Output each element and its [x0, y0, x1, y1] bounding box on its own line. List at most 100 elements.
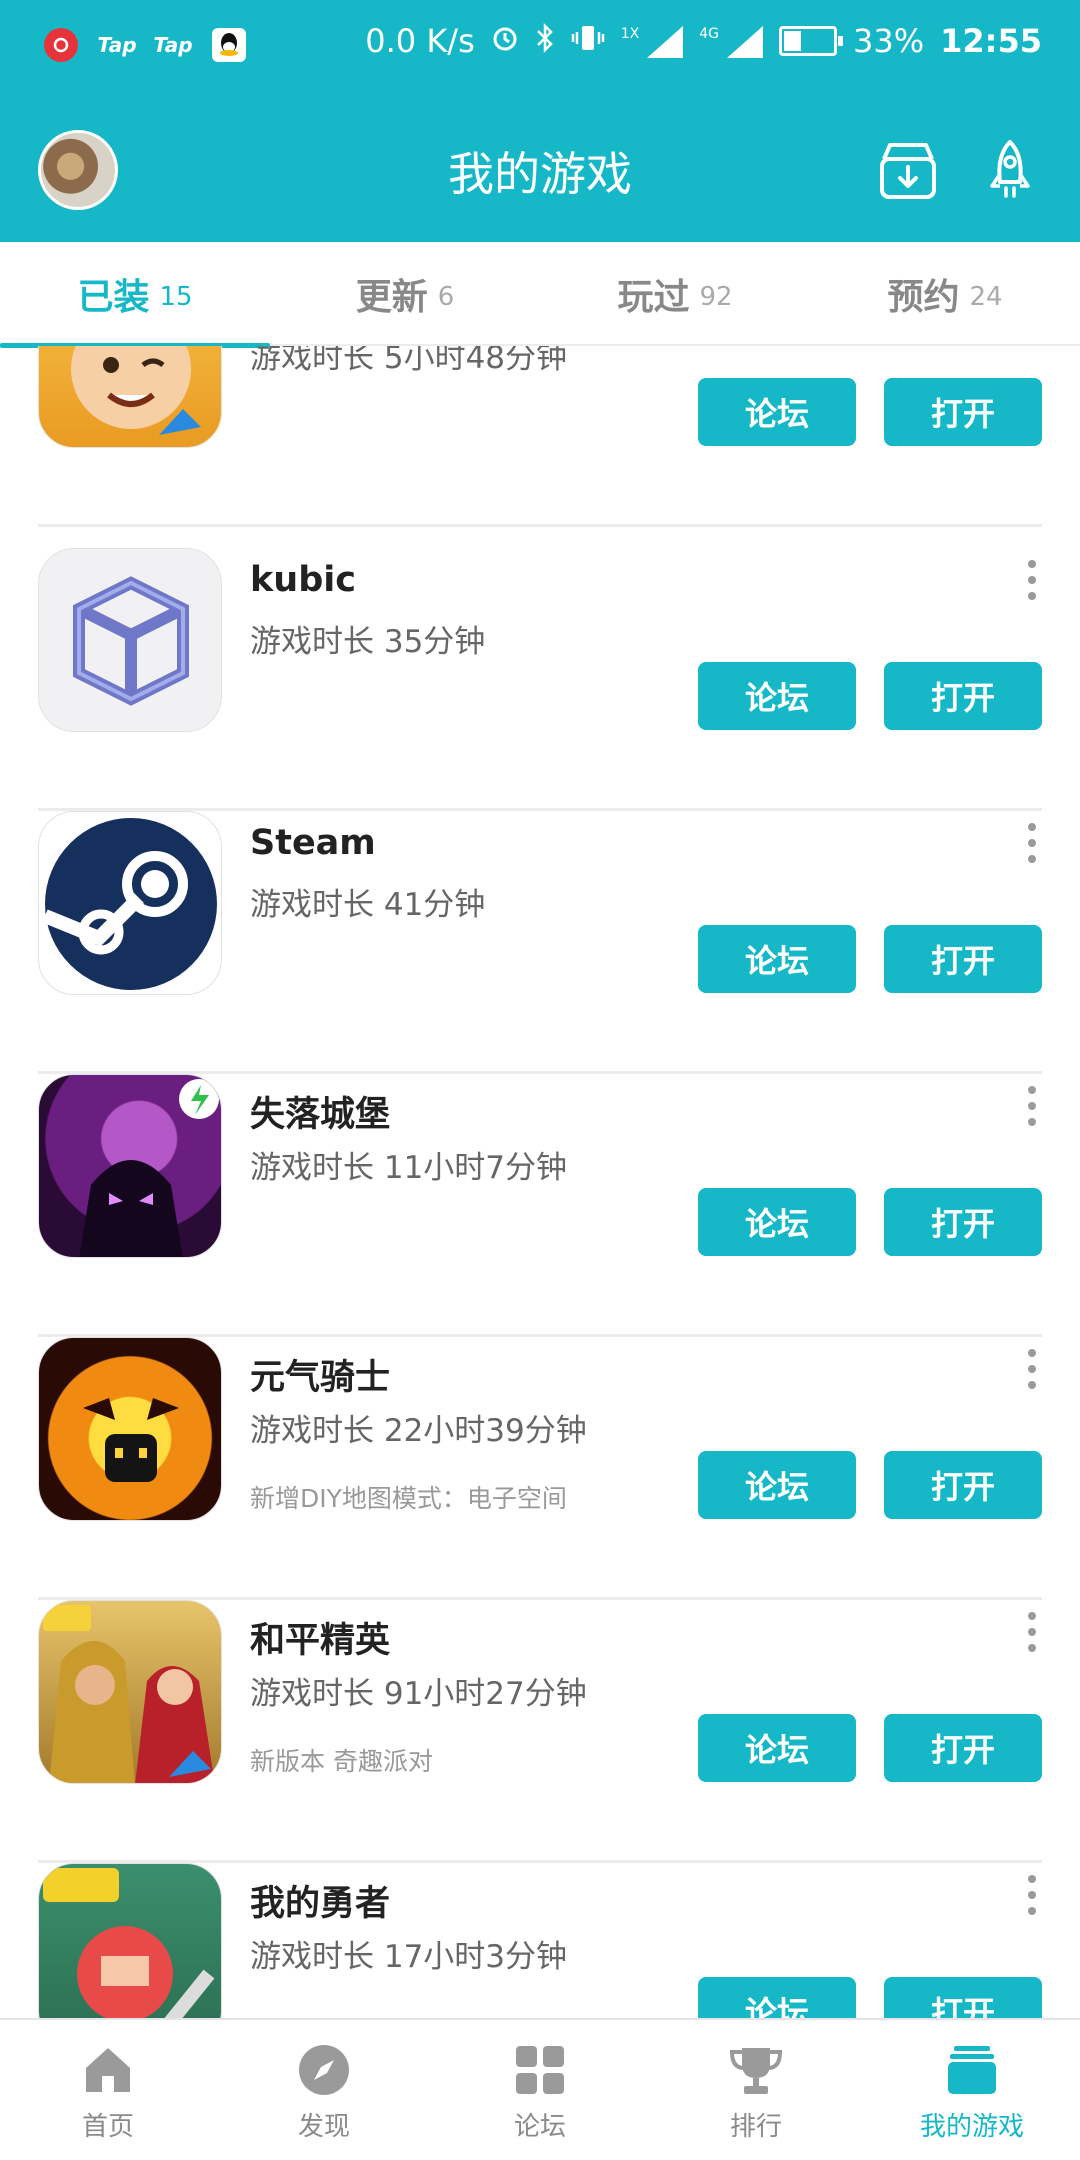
trophy-icon — [729, 2048, 783, 2094]
game-item[interactable]: Steam 游戏时长 41分钟 论坛 打开 — [38, 811, 1042, 1074]
forum-button[interactable]: 论坛 — [698, 1977, 856, 2018]
game-play-time: 游戏时长 41分钟 — [250, 887, 486, 923]
more-options-icon[interactable] — [1022, 560, 1042, 600]
game-icon-lost-castle — [38, 1074, 222, 1258]
nav-bar: 我的游戏 — [0, 96, 1080, 242]
forum-button[interactable]: 论坛 — [698, 378, 856, 446]
game-item[interactable]: kubic 游戏时长 35分钟 论坛 打开 — [38, 548, 1042, 811]
game-update-note: 新增DIY地图模式：电子空间 — [250, 1484, 567, 1513]
open-button[interactable]: 打开 — [884, 1977, 1042, 2018]
compass-icon — [299, 2045, 349, 2095]
more-options-icon[interactable] — [1022, 823, 1042, 863]
divider — [38, 524, 1042, 527]
more-options-icon[interactable] — [1022, 1349, 1042, 1389]
open-button[interactable]: 打开 — [884, 1188, 1042, 1256]
signal-icon — [723, 24, 764, 58]
status-bar: Tap Tap 0.0 K/s 1X 4G 33% 12:55 — [0, 0, 1080, 96]
game-name: 元气骑士 — [250, 1358, 391, 1398]
game-play-time: 游戏时长 5小时48分钟 — [250, 346, 568, 376]
nav-discover[interactable]: 发现 — [216, 2020, 432, 2160]
game-icon-kubic — [38, 548, 222, 732]
nav-my-games[interactable]: 我的游戏 — [864, 2020, 1080, 2160]
forum-button[interactable]: 论坛 — [698, 662, 856, 730]
game-item[interactable]: 失落城堡 游戏时长 11小时7分钟 论坛 打开 — [38, 1074, 1042, 1337]
status-app-icons: Tap Tap — [44, 28, 246, 62]
game-icon-soul-knight — [38, 1337, 222, 1521]
more-options-icon[interactable] — [1022, 1086, 1042, 1126]
game-update-note: 新版本 奇趣派对 — [250, 1747, 433, 1776]
game-list: 游戏时长 5小时48分钟 论坛 打开 kubic 游戏时长 35分钟 论坛 打开 — [0, 346, 1080, 2018]
battery-icon — [779, 26, 844, 56]
open-button[interactable]: 打开 — [884, 378, 1042, 446]
nav-ranking[interactable]: 排行 — [648, 2020, 864, 2160]
nav-label: 排行 — [729, 2112, 782, 2142]
tab-label: 预约 — [887, 277, 960, 318]
bottom-nav: 首页 发现 论坛 排行 我的游戏 — [0, 2018, 1080, 2160]
rocket-icon[interactable] — [978, 136, 1042, 204]
signal-icon — [643, 24, 684, 58]
forum-button[interactable]: 论坛 — [698, 1188, 856, 1256]
tab-updates[interactable]: 更新 6 — [270, 242, 540, 346]
tab-played[interactable]: 玩过 92 — [540, 242, 810, 346]
open-button[interactable]: 打开 — [884, 1451, 1042, 1519]
netease-music-icon — [44, 28, 78, 62]
game-name: 我的勇者 — [250, 1884, 391, 1924]
bluetooth-icon — [535, 22, 555, 60]
nav-label: 发现 — [297, 2112, 350, 2142]
nav-forum[interactable]: 论坛 — [432, 2020, 648, 2160]
game-item[interactable]: 和平精英 游戏时长 91小时27分钟 新版本 奇趣派对 论坛 打开 — [38, 1600, 1042, 1863]
forum-button[interactable]: 论坛 — [698, 1451, 856, 1519]
game-name: Steam — [250, 823, 376, 863]
game-icon-my-hero — [38, 1863, 222, 2018]
forum-button[interactable]: 论坛 — [698, 1714, 856, 1782]
download-box-icon[interactable] — [876, 136, 940, 204]
game-item[interactable]: 游戏时长 5小时48分钟 论坛 打开 — [38, 346, 1042, 527]
game-item[interactable]: 我的勇者 游戏时长 17小时3分钟 论坛 打开 — [38, 1863, 1042, 2018]
tab-count: 15 — [159, 282, 193, 312]
tab-count: 6 — [437, 282, 455, 312]
game-name: kubic — [250, 560, 356, 600]
game-play-time: 游戏时长 11小时7分钟 — [250, 1150, 568, 1186]
home-icon — [86, 2048, 130, 2092]
top-header: Tap Tap 0.0 K/s 1X 4G 33% 12:55 我的游戏 — [0, 0, 1080, 242]
status-indicators: 0.0 K/s 1X 4G 33% 12:55 — [365, 22, 1042, 60]
battery-level — [784, 31, 802, 51]
stack-icon — [948, 2046, 996, 2094]
tab-label: 已装 — [77, 277, 150, 318]
game-item[interactable]: 元气骑士 游戏时长 22小时39分钟 新增DIY地图模式：电子空间 论坛 打开 — [38, 1337, 1042, 1600]
tap-icon: Tap — [97, 33, 137, 57]
open-button[interactable]: 打开 — [884, 925, 1042, 993]
nav-label: 我的游戏 — [919, 2112, 1024, 2142]
more-options-icon[interactable] — [1022, 1612, 1042, 1652]
open-button[interactable]: 打开 — [884, 662, 1042, 730]
tab-count: 24 — [969, 282, 1003, 312]
open-button[interactable]: 打开 — [884, 1714, 1042, 1782]
tab-reserved[interactable]: 预约 24 — [810, 242, 1080, 346]
vibrate-icon — [571, 24, 605, 59]
forum-button[interactable]: 论坛 — [698, 925, 856, 993]
tap-icon: Tap — [153, 33, 193, 57]
grid-icon — [516, 2046, 564, 2094]
network-1x-badge: 1X — [620, 26, 640, 42]
tab-label: 更新 — [355, 277, 428, 318]
nav-home[interactable]: 首页 — [0, 2020, 216, 2160]
game-name: 和平精英 — [250, 1621, 391, 1661]
tab-count: 92 — [699, 282, 733, 312]
tab-bar: 已装 15 更新 6 玩过 92 预约 24 — [0, 242, 1080, 348]
alarm-icon — [491, 24, 519, 59]
nav-label: 首页 — [81, 2112, 134, 2142]
game-play-time: 游戏时长 35分钟 — [250, 624, 486, 660]
network-4g-badge: 4G — [699, 26, 720, 42]
game-play-time: 游戏时长 91小时27分钟 — [250, 1676, 587, 1712]
tab-installed[interactable]: 已装 15 — [0, 242, 270, 348]
game-name: 失落城堡 — [250, 1095, 391, 1135]
nav-label: 论坛 — [513, 2112, 566, 2142]
more-options-icon[interactable] — [1022, 1875, 1042, 1915]
game-icon-doudizhu — [38, 346, 222, 448]
game-play-time: 游戏时长 22小时39分钟 — [250, 1413, 587, 1449]
game-icon-peacekeeper-elite — [38, 1600, 222, 1784]
battery-percent: 33% — [853, 22, 925, 60]
game-icon-steam — [38, 811, 222, 995]
game-play-time: 游戏时长 17小时3分钟 — [250, 1939, 568, 1975]
tab-label: 玩过 — [617, 277, 690, 318]
